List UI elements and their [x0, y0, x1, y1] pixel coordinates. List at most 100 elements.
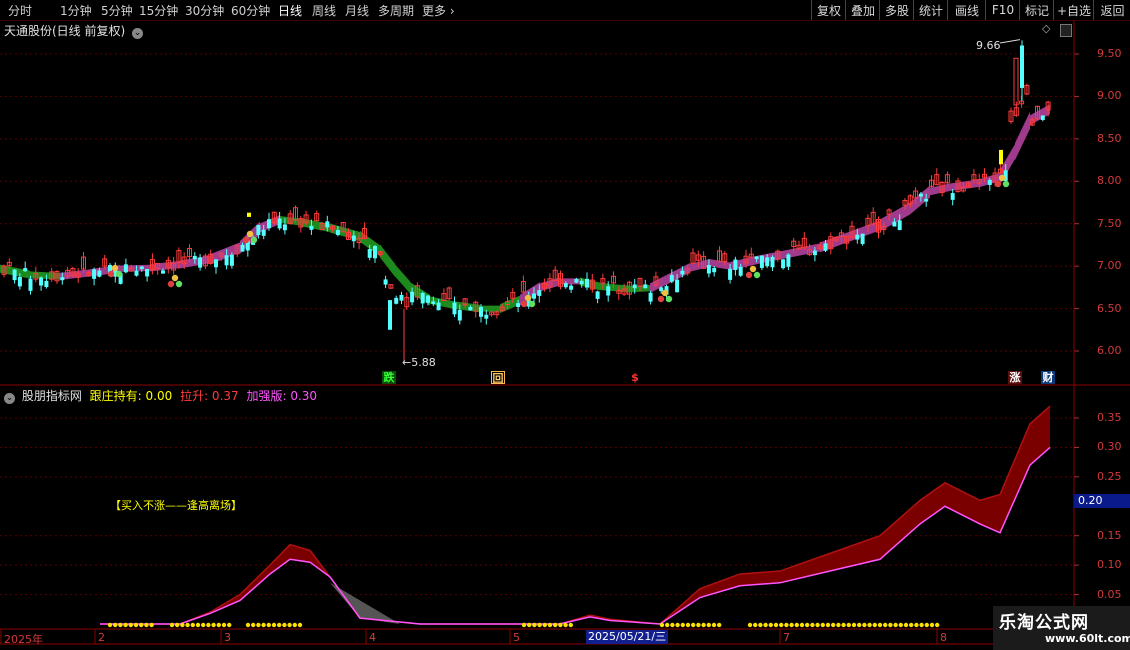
ma-band-segment	[180, 255, 210, 269]
candle-body-down	[918, 193, 923, 197]
candle-body-down	[648, 292, 653, 302]
chevron-down-icon[interactable]: ⌄	[132, 28, 144, 39]
candle-body-up	[997, 168, 1003, 174]
x-tick-label: 5	[513, 631, 520, 644]
signal-hui: 回	[491, 371, 505, 385]
overlay-button[interactable]: 叠加	[845, 0, 880, 20]
jq-line	[100, 446, 1051, 625]
price-tick-label: 8.50	[1097, 131, 1122, 145]
candle-body-down	[468, 306, 473, 311]
low-price-label: ←5.88	[402, 356, 436, 369]
candle-body-up	[807, 249, 813, 256]
candle-body-up	[838, 232, 844, 238]
hold-dot	[568, 622, 573, 628]
candle-body-up	[1008, 110, 1014, 122]
hold-dot	[799, 622, 805, 628]
candle-body-down	[759, 255, 764, 268]
ma-band-segment	[670, 263, 690, 283]
stats-button[interactable]: 统计	[913, 0, 948, 20]
candle-body-down	[325, 221, 330, 228]
candle-body-down	[537, 290, 542, 296]
period-fenshi[interactable]: 分时	[8, 2, 32, 19]
hold-dot	[805, 622, 810, 628]
add-watchlist-button[interactable]: +自选	[1053, 0, 1094, 20]
candle-body-up	[489, 311, 495, 316]
candle-body-up	[966, 182, 972, 188]
candle-body-up	[876, 219, 881, 233]
hold-dot	[190, 622, 195, 628]
hold-dot	[888, 622, 893, 628]
hold-dot	[180, 622, 185, 628]
hold-dot	[670, 622, 675, 628]
period-day[interactable]: 日线	[278, 2, 302, 19]
price-tick-label: 8.00	[1097, 174, 1122, 188]
up-candle	[1013, 57, 1019, 106]
back-button[interactable]: 返回	[1093, 0, 1130, 20]
hold-dot	[144, 622, 149, 628]
period-60min[interactable]: 60分钟	[231, 2, 270, 19]
kline-chart[interactable]	[0, 0, 1130, 650]
candle-body-down	[335, 229, 340, 235]
period-week[interactable]: 周线	[312, 2, 336, 19]
ma-band-segment	[450, 300, 480, 313]
hold-dot	[287, 622, 292, 628]
hold-dot	[768, 622, 773, 628]
buy-signal-icon	[994, 174, 1010, 188]
candle-body-up	[1024, 84, 1030, 95]
candle-body-down	[309, 225, 314, 230]
candle-body-down	[44, 280, 49, 288]
f10-button[interactable]: F10	[985, 0, 1020, 20]
peak-candle	[1020, 45, 1024, 88]
candle-body-up	[81, 256, 86, 270]
candle-body-up	[621, 288, 627, 295]
watermark-url: www.60lt.com	[1045, 632, 1130, 645]
candle-body-down	[373, 246, 377, 259]
period-30min[interactable]: 30分钟	[185, 2, 224, 19]
candle-body-up	[414, 285, 420, 298]
period-1min[interactable]: 1分钟	[60, 2, 92, 19]
hold-dot	[831, 622, 836, 628]
multistock-button[interactable]: 多股	[879, 0, 914, 20]
indicator-title: ⌄ 股朋指标网 跟庄持有: 0.00 拉升: 0.37 加强版: 0.30	[4, 387, 317, 404]
hold-dot	[789, 622, 794, 628]
candle-body-up	[796, 244, 802, 250]
candle-body-down	[214, 259, 218, 268]
candle-body-up	[944, 174, 950, 184]
hold-dot	[206, 622, 211, 628]
hold-dot	[857, 622, 862, 628]
fuquan-button[interactable]: 复权	[811, 0, 846, 20]
candle-body-down	[161, 270, 165, 274]
hold-dot	[851, 622, 857, 628]
candle-body-down	[855, 234, 860, 240]
settings-icon[interactable]	[1060, 24, 1072, 37]
period-month[interactable]: 月线	[345, 2, 369, 19]
la-band	[100, 406, 1050, 624]
period-multi[interactable]: 多周期	[378, 2, 414, 19]
watermark: 乐淘公式网 www.60lt.com	[993, 606, 1130, 650]
indicator-tick-label: 0.15	[1097, 528, 1122, 542]
candle-body-up	[653, 276, 659, 286]
mark-button[interactable]: 标记	[1019, 0, 1054, 20]
period-5min[interactable]: 5分钟	[101, 2, 133, 19]
chevron-down-icon[interactable]: ⌄	[4, 393, 15, 404]
hold-dot	[841, 622, 846, 628]
candle-body-up	[361, 228, 367, 240]
period-more[interactable]: 更多 ›	[422, 2, 455, 19]
candle-body-down	[17, 276, 22, 287]
candle-body-down	[585, 278, 589, 288]
diamond-icon[interactable]: ◇	[1042, 22, 1050, 35]
draw-button[interactable]: 画线	[947, 0, 986, 20]
candle-body-up	[319, 223, 325, 231]
buy-signal-icon	[657, 289, 673, 303]
hold-dot	[680, 622, 685, 628]
candle-body-up	[303, 214, 309, 224]
hold-dot	[872, 622, 877, 628]
hold-dot	[846, 622, 851, 628]
candle-body-up	[722, 253, 728, 262]
candle-body-up	[181, 256, 187, 265]
hold-dot	[701, 622, 706, 628]
period-15min[interactable]: 15分钟	[139, 2, 178, 19]
hold-dot	[909, 622, 914, 628]
candle-body-up	[462, 298, 468, 306]
candle-body-up	[187, 248, 192, 258]
